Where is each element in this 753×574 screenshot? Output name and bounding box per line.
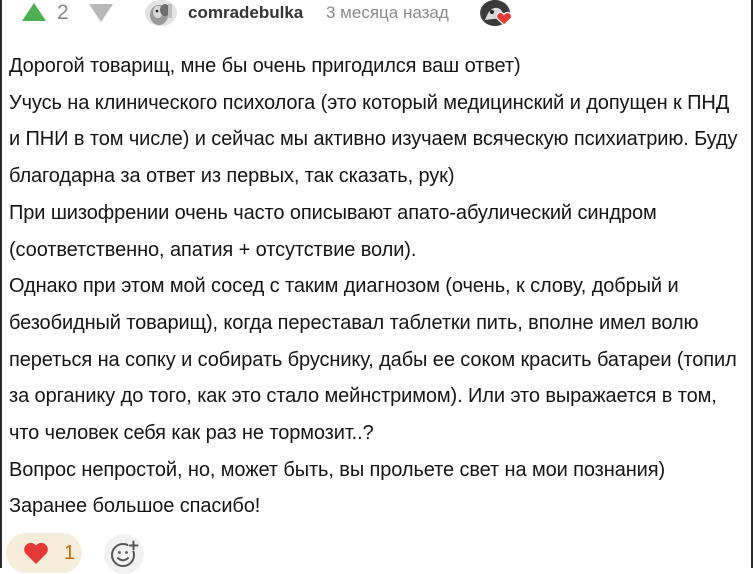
heart-icon [23, 541, 49, 565]
upvote-button[interactable] [21, 2, 47, 22]
comment-body: Дорогой товарищ, мне бы очень пригодился… [9, 48, 744, 525]
comment-paragraph: Дорогой товарищ, мне бы очень пригодился… [9, 55, 521, 77]
triangle-down-icon [89, 4, 113, 22]
triangle-up-icon [22, 3, 46, 21]
comment-paragraph: При шизофрении очень часто описывают апа… [9, 201, 657, 261]
like-button[interactable]: 1 [6, 533, 82, 573]
user-avatar[interactable] [145, 0, 177, 26]
comment-paragraph: Заранее большое спасибо! [9, 495, 261, 518]
like-count: 1 [64, 541, 76, 564]
comment-paragraph: Вопрос непростой, но, может быть, вы про… [9, 458, 666, 481]
vote-count: 2 [57, 1, 69, 24]
comment-header: 2 comradebulka 3 месяца назад [0, 0, 753, 28]
comment-paragraph: Однако при этом мой сосед с таким диагно… [9, 275, 737, 445]
comment-timestamp: 3 месяца назад [326, 3, 449, 22]
username-link[interactable]: comradebulka [188, 3, 303, 23]
smiley-add-icon [111, 540, 139, 567]
reacted-user-avatar[interactable] [480, 0, 513, 26]
add-reaction-button[interactable] [104, 534, 144, 574]
downvote-button[interactable] [88, 3, 114, 23]
comment-paragraph: Учусь на клинического психолога (это кот… [9, 91, 738, 188]
